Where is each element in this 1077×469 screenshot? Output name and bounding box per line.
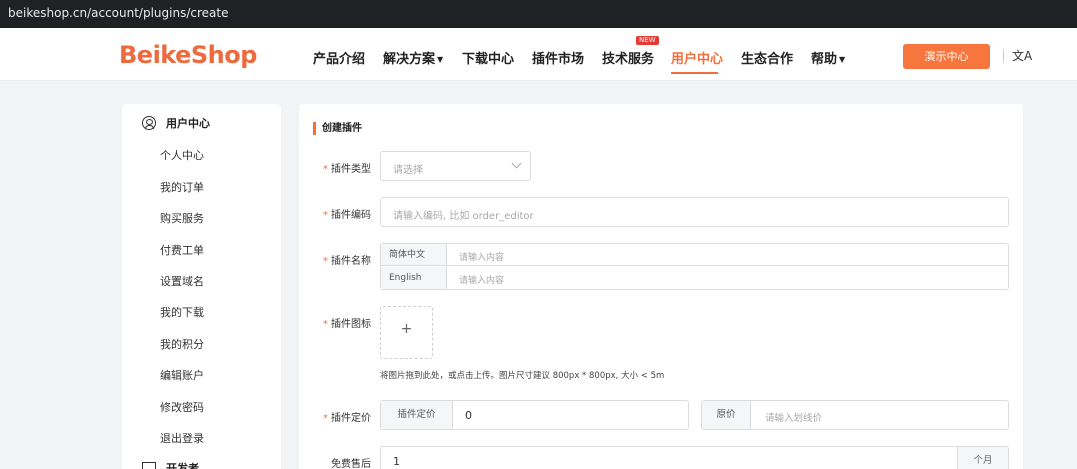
nav-label: 下载中心: [462, 52, 515, 67]
lang-addon: 简体中文: [381, 244, 447, 265]
site-header: BeikeShop 产品介绍 解决方案 ▼ 下载中心 插件市场 技术服务 NEW …: [0, 28, 1077, 81]
lang-addon: English: [381, 267, 447, 289]
input-placeholder: 请输入编码, 比如 order_editor: [393, 211, 534, 222]
required-mark: *: [323, 256, 328, 267]
nav-item-solutions[interactable]: 解决方案 ▼: [383, 48, 443, 67]
language-icon[interactable]: 文A: [1012, 47, 1032, 64]
field-label-icon: * 插件图标: [323, 315, 371, 330]
original-price-input[interactable]: 原价 请输入划线价: [701, 400, 1009, 430]
nav-item-ecosystem[interactable]: 生态合作: [741, 48, 793, 67]
required-mark: *: [323, 319, 328, 330]
caret-down-icon: ▼: [839, 55, 846, 64]
plus-icon: +: [400, 321, 413, 337]
brand-logo[interactable]: BeikeShop: [119, 41, 257, 69]
icon-upload-area[interactable]: +: [380, 306, 433, 359]
plugin-type-select[interactable]: 请选择: [380, 151, 531, 181]
upload-hint: 将图片拖到此处，或点击上传。图片尺寸建议 800px * 800px, 大小 <…: [380, 371, 665, 381]
nav-item-user-center[interactable]: 用户中心: [671, 48, 723, 67]
sidebar-item-paid-tickets[interactable]: 付费工单: [160, 242, 204, 258]
plugin-name-group: 简体中文 请输入内容 English 请输入内容: [380, 243, 1009, 290]
label-text: 插件编码: [331, 210, 371, 221]
field-label-code: * 插件编码: [323, 206, 371, 221]
browser-address-bar[interactable]: beikeshop.cn/account/plugins/create: [0, 0, 1077, 28]
label-text: 免费售后: [331, 459, 371, 469]
field-label-name: * 插件名称: [323, 252, 371, 267]
create-plugin-card: 创建插件 * 插件类型 请选择 * 插件编码 请输入编码, 比如 order_edi…: [299, 104, 1023, 469]
field-label-price: * 插件定价: [323, 409, 371, 424]
sidebar-item-points[interactable]: 我的积分: [160, 336, 204, 352]
header-divider: [1003, 49, 1004, 63]
sidebar-item-edit-account[interactable]: 编辑账户: [160, 367, 204, 383]
code-icon: [142, 462, 156, 469]
nav-item-plugin-market[interactable]: 插件市场: [532, 48, 584, 67]
nav-label: 解决方案: [383, 52, 436, 67]
sidebar-item-buy-service[interactable]: 购买服务: [160, 210, 204, 226]
nav-label: 生态合作: [741, 52, 794, 67]
sidebar-item-profile[interactable]: 个人中心: [160, 147, 204, 163]
after-sale-value: 1: [393, 455, 400, 468]
nav-label: 帮助: [811, 52, 838, 67]
field-label-after-sale: 免费售后: [331, 455, 371, 469]
plugin-name-zh-input[interactable]: 简体中文 请输入内容: [381, 244, 1008, 266]
user-icon: [142, 116, 156, 130]
sidebar-section-developer: 开发者: [142, 460, 199, 469]
demo-center-button[interactable]: 演示中心: [903, 44, 990, 69]
sidebar-section-title: 用户中心: [166, 117, 210, 130]
original-price-addon: 原价: [702, 401, 751, 429]
nav-item-products[interactable]: 产品介绍: [313, 48, 365, 67]
label-text: 插件定价: [331, 413, 371, 424]
sidebar-item-domain[interactable]: 设置域名: [160, 273, 204, 289]
page-title: 创建插件: [313, 122, 362, 135]
new-badge: NEW: [636, 36, 659, 45]
plugin-name-en-input[interactable]: English 请输入内容: [381, 267, 1008, 289]
nav-item-downloads[interactable]: 下载中心: [462, 48, 514, 67]
price-addon: 插件定价: [381, 401, 453, 429]
after-sale-months-input[interactable]: 1 个月: [380, 446, 1009, 469]
plugin-code-input[interactable]: 请输入编码, 比如 order_editor: [380, 197, 1009, 227]
sidebar-item-downloads[interactable]: 我的下载: [160, 304, 204, 320]
plugin-price-input[interactable]: 插件定价 0: [380, 400, 689, 430]
input-placeholder: 请输入内容: [459, 276, 505, 286]
input-placeholder: 请输入划线价: [765, 413, 823, 424]
nav-label: 插件市场: [532, 52, 585, 67]
field-label-type: * 插件类型: [323, 160, 371, 175]
required-mark: *: [323, 164, 328, 175]
label-text: 插件类型: [331, 164, 371, 175]
sidebar-item-change-password[interactable]: 修改密码: [160, 399, 204, 415]
sidebar-section-title: 开发者: [166, 462, 199, 469]
nav-label: 用户中心: [671, 52, 724, 67]
sidebar-item-orders[interactable]: 我的订单: [160, 179, 204, 195]
price-value: 0: [465, 409, 472, 422]
active-nav-underline: [671, 72, 718, 74]
caret-down-icon: ▼: [437, 55, 444, 64]
sidebar-section-user-center: 用户中心: [142, 115, 210, 131]
months-suffix: 个月: [957, 447, 1008, 469]
account-sidebar: 用户中心 个人中心 我的订单 购买服务 付费工单 设置域名 我的下载 我的积分 …: [122, 104, 281, 469]
nav-label: 技术服务: [602, 52, 655, 67]
nav-item-help[interactable]: 帮助 ▼: [811, 48, 845, 67]
input-placeholder: 请输入内容: [459, 253, 505, 263]
sidebar-item-logout[interactable]: 退出登录: [160, 430, 204, 446]
select-placeholder: 请选择: [393, 165, 423, 176]
label-text: 插件名称: [331, 256, 371, 267]
nav-label: 产品介绍: [313, 52, 366, 67]
required-mark: *: [323, 413, 328, 424]
url-text[interactable]: beikeshop.cn/account/plugins/create: [8, 6, 228, 20]
chevron-down-icon: [511, 158, 522, 169]
nav-item-tech-service[interactable]: 技术服务: [602, 48, 654, 67]
label-text: 插件图标: [331, 319, 371, 330]
required-mark: *: [323, 210, 328, 221]
